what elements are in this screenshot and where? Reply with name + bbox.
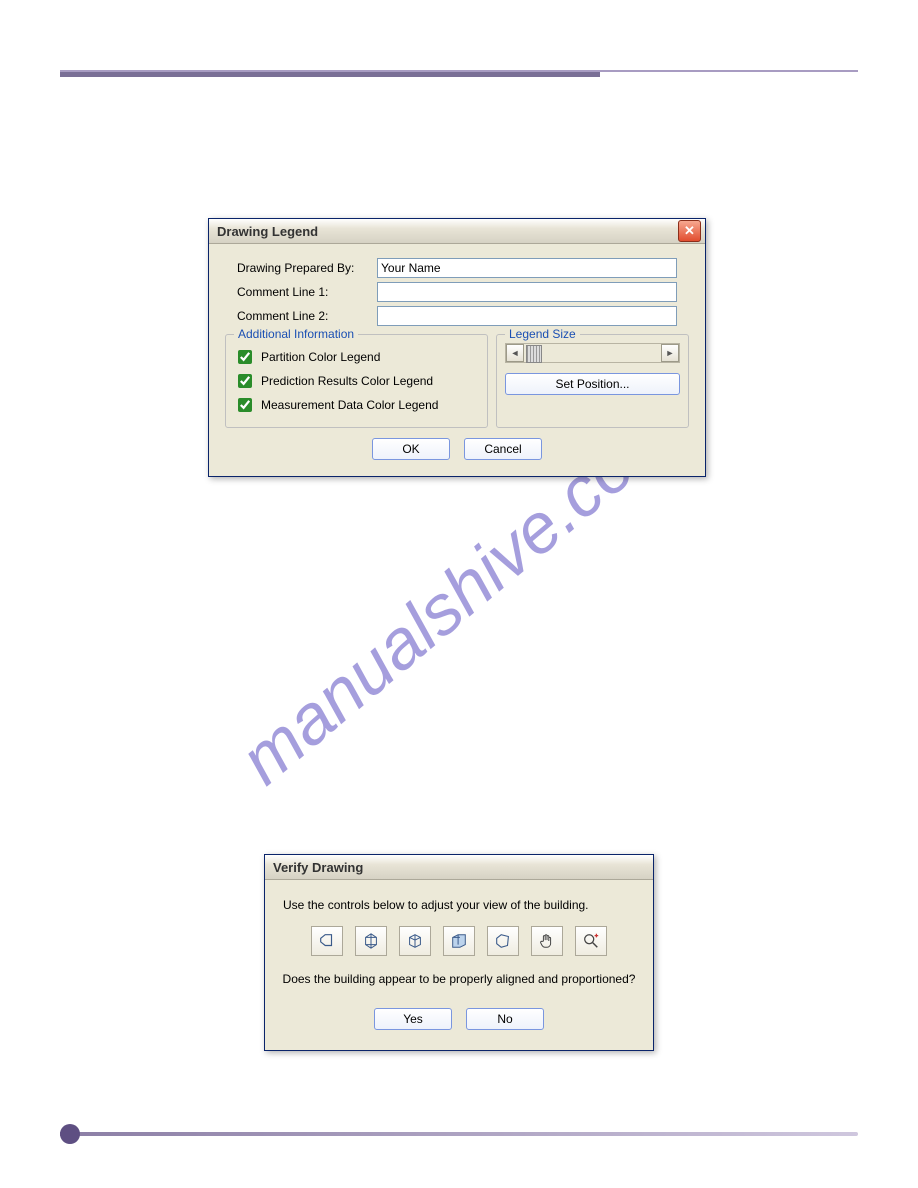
view-front-icon[interactable] xyxy=(311,926,343,956)
view-toolbar xyxy=(277,926,641,956)
legend-size-legend: Legend Size xyxy=(505,327,580,341)
partition-label: Partition Color Legend xyxy=(261,350,380,364)
view-top-icon[interactable] xyxy=(443,926,475,956)
verify-drawing-dialog: Verify Drawing Use the controls below to… xyxy=(264,854,654,1051)
view-wire-icon[interactable] xyxy=(355,926,387,956)
titlebar: Drawing Legend ✕ xyxy=(209,219,705,244)
close-icon[interactable]: ✕ xyxy=(678,220,701,242)
chevron-left-icon[interactable]: ◄ xyxy=(506,344,524,362)
dialog-title: Verify Drawing xyxy=(269,860,649,875)
dialog-title: Drawing Legend xyxy=(213,224,678,239)
prepared-by-label: Drawing Prepared By: xyxy=(237,261,377,275)
comment1-label: Comment Line 1: xyxy=(237,285,377,299)
measurement-checkbox[interactable] xyxy=(238,398,252,412)
footer-rule xyxy=(60,1132,858,1136)
chevron-right-icon[interactable]: ► xyxy=(661,344,679,362)
yes-button[interactable]: Yes xyxy=(374,1008,452,1030)
partition-checkbox[interactable] xyxy=(238,350,252,364)
pan-hand-icon[interactable] xyxy=(531,926,563,956)
drawing-legend-dialog: Drawing Legend ✕ Drawing Prepared By: Co… xyxy=(208,218,706,477)
measurement-label: Measurement Data Color Legend xyxy=(261,398,438,412)
legend-size-group: Legend Size ◄ ► Set Position... xyxy=(496,334,689,428)
view-iso-icon[interactable] xyxy=(399,926,431,956)
size-slider[interactable]: ◄ ► xyxy=(505,343,680,363)
prediction-checkbox[interactable] xyxy=(238,374,252,388)
slider-thumb[interactable] xyxy=(526,345,542,363)
dialog-body: Drawing Prepared By: Comment Line 1: Com… xyxy=(209,244,705,476)
no-button[interactable]: No xyxy=(466,1008,544,1030)
page-marker-icon xyxy=(60,1124,80,1144)
document-page: manualshive.com Drawing Legend ✕ Drawing… xyxy=(0,0,918,1188)
header-rule-dark xyxy=(60,72,600,77)
prepared-by-input[interactable] xyxy=(377,258,677,278)
comment2-input[interactable] xyxy=(377,306,677,326)
slider-track[interactable] xyxy=(524,345,661,361)
ok-button[interactable]: OK xyxy=(372,438,450,460)
view-persp-icon[interactable] xyxy=(487,926,519,956)
comment1-input[interactable] xyxy=(377,282,677,302)
dialog-body: Use the controls below to adjust your vi… xyxy=(265,880,653,1050)
comment2-label: Comment Line 2: xyxy=(237,309,377,323)
titlebar: Verify Drawing xyxy=(265,855,653,880)
additional-info-group: Additional Information Partition Color L… xyxy=(225,334,488,428)
instruction-text: Use the controls below to adjust your vi… xyxy=(283,898,635,912)
question-text: Does the building appear to be properly … xyxy=(277,972,641,986)
additional-info-legend: Additional Information xyxy=(234,327,358,341)
cancel-button[interactable]: Cancel xyxy=(464,438,542,460)
zoom-plus-icon[interactable] xyxy=(575,926,607,956)
set-position-button[interactable]: Set Position... xyxy=(505,373,680,395)
prediction-label: Prediction Results Color Legend xyxy=(261,374,433,388)
